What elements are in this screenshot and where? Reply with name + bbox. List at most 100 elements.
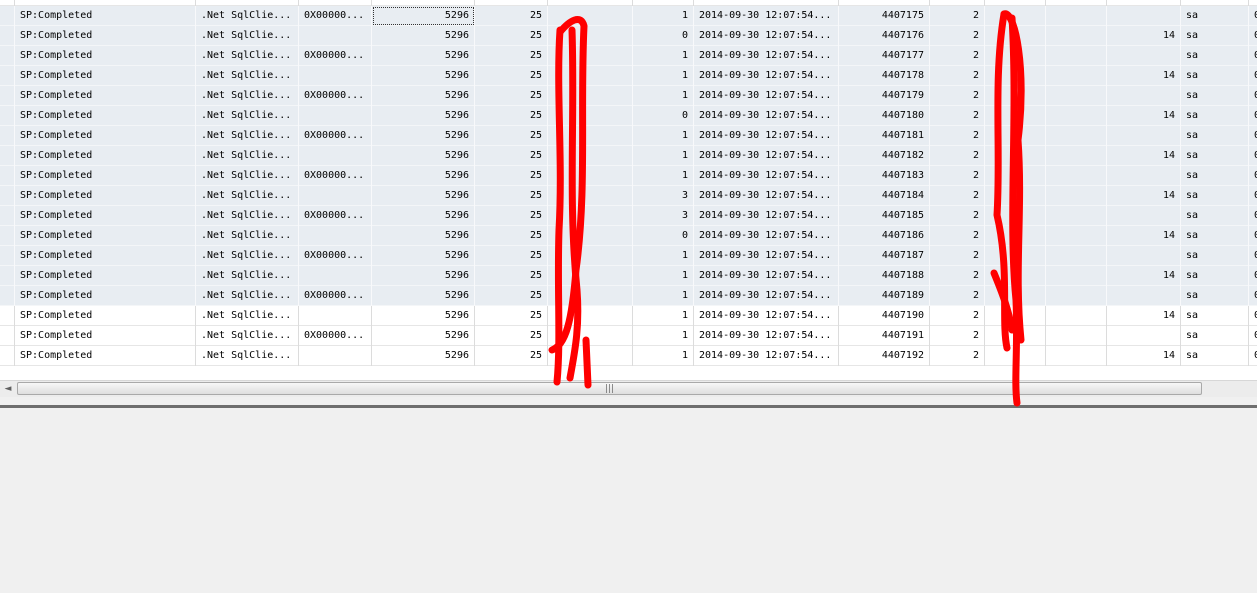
host-name-cell[interactable] bbox=[985, 346, 1046, 366]
empty-cell[interactable] bbox=[1046, 306, 1107, 326]
row-indicator[interactable] bbox=[0, 6, 15, 26]
database-name-cell[interactable] bbox=[548, 246, 633, 266]
empty-cell[interactable] bbox=[1046, 86, 1107, 106]
login-name-cell[interactable]: sa bbox=[1181, 166, 1249, 186]
horizontal-scrollbar[interactable]: ◄ ||| bbox=[0, 380, 1257, 397]
binary-data-cell[interactable] bbox=[299, 226, 372, 246]
object-id-cell[interactable]: 14 bbox=[1107, 346, 1181, 366]
database-name-cell[interactable] bbox=[548, 186, 633, 206]
host-name-cell[interactable] bbox=[985, 66, 1046, 86]
client-process-id-cell[interactable]: 5296 bbox=[372, 166, 475, 186]
overflow-cell[interactable]: 0 bbox=[1249, 126, 1257, 146]
binary-data-cell[interactable] bbox=[299, 306, 372, 326]
application-name-cell[interactable]: .Net SqlClie... bbox=[196, 286, 299, 306]
group-id-cell[interactable]: 2 bbox=[930, 146, 985, 166]
host-name-cell[interactable] bbox=[985, 226, 1046, 246]
client-process-id-cell[interactable]: 5296 bbox=[372, 346, 475, 366]
trace-row[interactable]: SP:Completed .Net SqlClie... 0X00000... 529… bbox=[0, 206, 1257, 226]
host-name-cell[interactable] bbox=[985, 126, 1046, 146]
event-class-cell[interactable]: SP:Completed bbox=[15, 86, 196, 106]
host-name-cell[interactable] bbox=[985, 286, 1046, 306]
group-id-cell[interactable]: 2 bbox=[930, 86, 985, 106]
end-time-cell[interactable]: 2014-09-30 12:07:54... bbox=[694, 226, 839, 246]
object-id-cell[interactable]: 14 bbox=[1107, 186, 1181, 206]
binary-data-cell[interactable]: 0X00000... bbox=[299, 326, 372, 346]
overflow-cell[interactable]: 0 bbox=[1249, 26, 1257, 46]
host-name-cell[interactable] bbox=[985, 46, 1046, 66]
event-sequence-cell[interactable]: 4407177 bbox=[839, 46, 930, 66]
application-name-cell[interactable]: .Net SqlClie... bbox=[196, 326, 299, 346]
database-id-cell[interactable]: 25 bbox=[475, 26, 548, 46]
host-name-cell[interactable] bbox=[985, 86, 1046, 106]
empty-cell[interactable] bbox=[1046, 266, 1107, 286]
row-indicator[interactable] bbox=[0, 186, 15, 206]
application-name-cell[interactable]: .Net SqlClie... bbox=[196, 346, 299, 366]
binary-data-cell[interactable]: 0X00000... bbox=[299, 6, 372, 26]
object-id-cell[interactable] bbox=[1107, 246, 1181, 266]
event-class-cell[interactable]: SP:Completed bbox=[15, 326, 196, 346]
login-name-cell[interactable]: sa bbox=[1181, 186, 1249, 206]
database-name-cell[interactable] bbox=[548, 286, 633, 306]
trace-row[interactable]: SP:Completed .Net SqlClie... 5296 25 1 2014-0… bbox=[0, 266, 1257, 286]
duration-cell[interactable]: 0 bbox=[633, 26, 694, 46]
event-class-cell[interactable]: SP:Completed bbox=[15, 26, 196, 46]
host-name-cell[interactable] bbox=[985, 146, 1046, 166]
trace-row[interactable]: SP:Completed .Net SqlClie... 0X00000... 529… bbox=[0, 326, 1257, 346]
event-sequence-cell[interactable]: 4407192 bbox=[839, 346, 930, 366]
event-class-cell[interactable]: SP:Completed bbox=[15, 206, 196, 226]
binary-data-cell[interactable]: 0X00000... bbox=[299, 206, 372, 226]
binary-data-cell[interactable]: 0X00000... bbox=[299, 126, 372, 146]
group-id-cell[interactable]: 2 bbox=[930, 206, 985, 226]
host-name-cell[interactable] bbox=[985, 266, 1046, 286]
object-id-cell[interactable] bbox=[1107, 6, 1181, 26]
binary-data-cell[interactable] bbox=[299, 266, 372, 286]
database-id-cell[interactable]: 25 bbox=[475, 166, 548, 186]
login-name-cell[interactable]: sa bbox=[1181, 126, 1249, 146]
empty-cell[interactable] bbox=[1046, 166, 1107, 186]
login-name-cell[interactable]: sa bbox=[1181, 146, 1249, 166]
row-indicator[interactable] bbox=[0, 106, 15, 126]
empty-cell[interactable] bbox=[1046, 66, 1107, 86]
event-class-cell[interactable]: SP:Completed bbox=[15, 286, 196, 306]
trace-row[interactable]: SP:Completed .Net SqlClie... 0X00000... 529… bbox=[0, 246, 1257, 266]
database-id-cell[interactable]: 25 bbox=[475, 46, 548, 66]
application-name-cell[interactable]: .Net SqlClie... bbox=[196, 146, 299, 166]
end-time-cell[interactable]: 2014-09-30 12:07:54... bbox=[694, 186, 839, 206]
client-process-id-cell[interactable]: 5296 bbox=[372, 226, 475, 246]
login-name-cell[interactable]: sa bbox=[1181, 326, 1249, 346]
database-name-cell[interactable] bbox=[548, 46, 633, 66]
application-name-cell[interactable]: .Net SqlClie... bbox=[196, 246, 299, 266]
row-indicator[interactable] bbox=[0, 326, 15, 346]
object-id-cell[interactable]: 14 bbox=[1107, 146, 1181, 166]
trace-row[interactable]: SP:Completed .Net SqlClie... 0X00000... 529… bbox=[0, 46, 1257, 66]
event-class-cell[interactable]: SP:Completed bbox=[15, 46, 196, 66]
login-name-cell[interactable]: sa bbox=[1181, 86, 1249, 106]
client-process-id-cell[interactable]: 5296 bbox=[372, 26, 475, 46]
host-name-cell[interactable] bbox=[985, 106, 1046, 126]
trace-row[interactable]: SP:Completed .Net SqlClie... 0X00000... 529… bbox=[0, 166, 1257, 186]
end-time-cell[interactable]: 2014-09-30 12:07:54... bbox=[694, 246, 839, 266]
client-process-id-cell[interactable]: 5296 bbox=[372, 286, 475, 306]
trace-row[interactable]: SP:Completed .Net SqlClie... 5296 25 1 2014-0… bbox=[0, 66, 1257, 86]
database-id-cell[interactable]: 25 bbox=[475, 126, 548, 146]
application-name-cell[interactable]: .Net SqlClie... bbox=[196, 166, 299, 186]
login-name-cell[interactable]: sa bbox=[1181, 106, 1249, 126]
binary-data-cell[interactable] bbox=[299, 26, 372, 46]
end-time-cell[interactable]: 2014-09-30 12:07:54... bbox=[694, 346, 839, 366]
group-id-cell[interactable]: 2 bbox=[930, 246, 985, 266]
event-sequence-cell[interactable]: 4407178 bbox=[839, 66, 930, 86]
event-class-cell[interactable]: SP:Completed bbox=[15, 66, 196, 86]
event-sequence-cell[interactable]: 4407182 bbox=[839, 146, 930, 166]
row-indicator[interactable] bbox=[0, 246, 15, 266]
group-id-cell[interactable]: 2 bbox=[930, 226, 985, 246]
event-class-cell[interactable]: SP:Completed bbox=[15, 306, 196, 326]
client-process-id-cell[interactable]: 5296 bbox=[372, 46, 475, 66]
object-id-cell[interactable] bbox=[1107, 286, 1181, 306]
overflow-cell[interactable]: 0 bbox=[1249, 166, 1257, 186]
event-sequence-cell[interactable]: 4407189 bbox=[839, 286, 930, 306]
duration-cell[interactable]: 1 bbox=[633, 346, 694, 366]
login-name-cell[interactable]: sa bbox=[1181, 286, 1249, 306]
object-id-cell[interactable] bbox=[1107, 166, 1181, 186]
overflow-cell[interactable]: 0 bbox=[1249, 186, 1257, 206]
end-time-cell[interactable]: 2014-09-30 12:07:54... bbox=[694, 166, 839, 186]
